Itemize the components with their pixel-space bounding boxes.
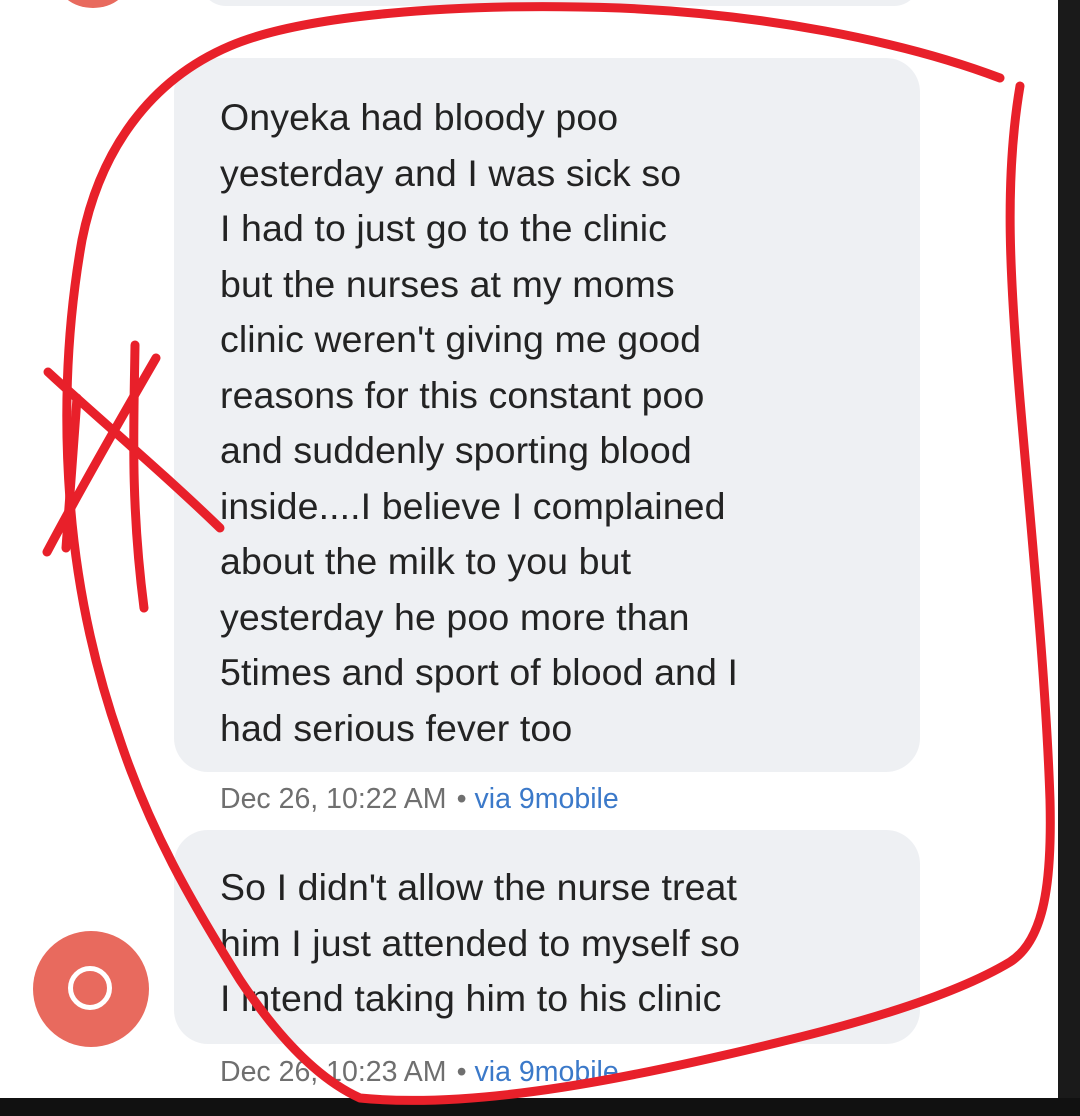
previous-message-bubble xyxy=(200,0,920,6)
message-line: clinic weren't giving me good xyxy=(220,318,702,360)
x-mark-stroke xyxy=(42,353,161,557)
message-line: had serious fever too xyxy=(220,706,573,749)
circle-icon xyxy=(68,966,112,1010)
message-carrier: via 9mobile xyxy=(474,783,619,815)
x-mark-stroke xyxy=(129,340,149,613)
message-timestamp: Dec 26, 10:23 AM xyxy=(220,1056,447,1088)
message-bubble[interactable]: Onyeka had bloody poo yesterday and I wa… xyxy=(174,58,920,772)
message-line: but the nurses at my moms xyxy=(220,262,675,305)
message-meta: Dec 26, 10:22 AM • via 9mobile xyxy=(220,783,619,816)
message-line: inside....I believe I complained xyxy=(220,484,726,527)
screen-bottom-edge xyxy=(0,1098,1080,1116)
screen-right-edge xyxy=(1058,0,1080,1116)
avatar-partial[interactable] xyxy=(56,0,130,8)
message-bubble[interactable]: So I didn't allow the nurse treat him I … xyxy=(174,830,920,1044)
message-line: Onyeka had bloody poo xyxy=(220,96,619,138)
message-line: and suddenly sporting blood xyxy=(220,429,692,471)
record-button[interactable] xyxy=(33,931,149,1047)
message-line: So I didn't allow the nurse treat xyxy=(220,866,738,908)
meta-separator: • xyxy=(456,783,467,815)
message-meta: Dec 26, 10:23 AM • via 9mobile xyxy=(220,1056,619,1089)
message-carrier: via 9mobile xyxy=(474,1056,619,1088)
meta-separator: • xyxy=(456,1056,467,1088)
x-mark-stroke xyxy=(61,393,82,553)
message-line: yesterday and I was sick so xyxy=(220,151,682,194)
message-line: about the milk to you but xyxy=(220,540,632,582)
message-line: I had to just go to the clinic xyxy=(220,207,668,249)
message-line: reasons for this constant poo xyxy=(220,373,705,416)
message-line: him I just attended to myself so xyxy=(220,921,741,964)
message-line: yesterday he poo more than xyxy=(220,595,690,638)
message-timestamp: Dec 26, 10:22 AM xyxy=(220,783,447,815)
message-line: I intend taking him to his clinic xyxy=(220,977,722,1019)
message-line: 5times and sport of blood and I xyxy=(220,651,739,693)
